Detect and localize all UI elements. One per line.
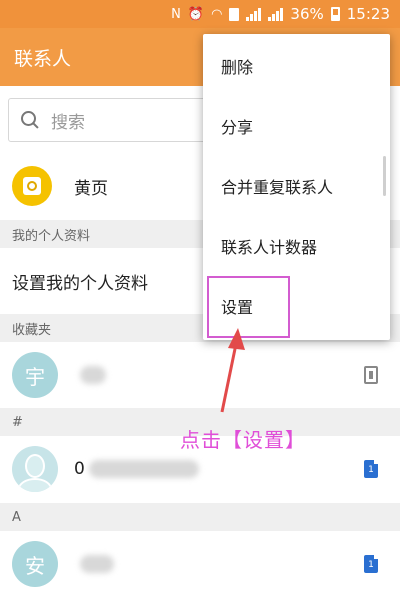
annotation-text: 点击【设置】 bbox=[180, 428, 306, 452]
annotation-arrow-icon bbox=[220, 328, 245, 413]
